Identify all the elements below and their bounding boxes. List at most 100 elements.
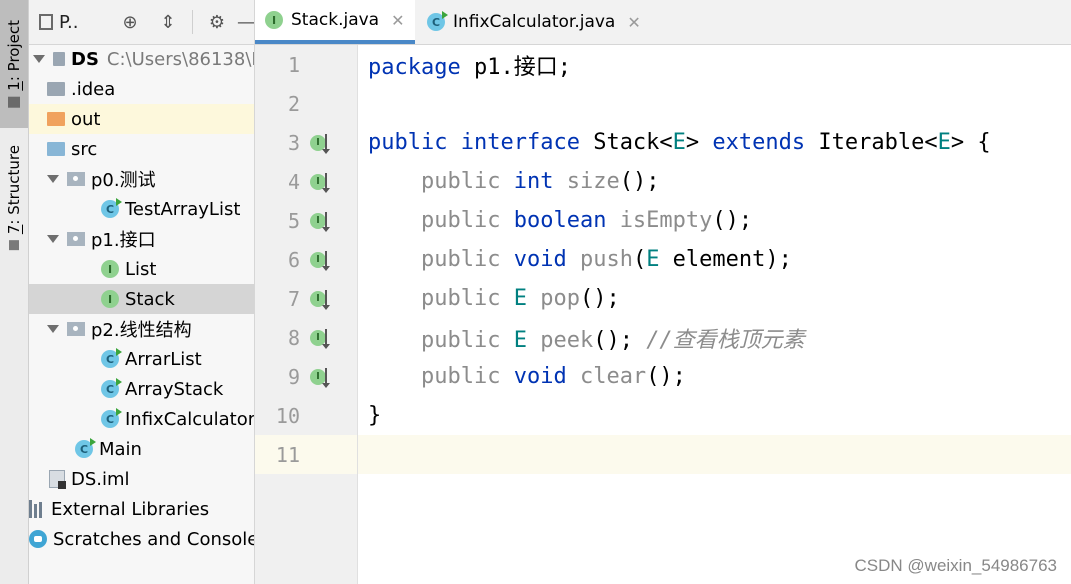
tree-item-stack[interactable]: I Stack	[29, 284, 254, 314]
tree-item-infixcalculator[interactable]: C InfixCalculator	[29, 404, 254, 434]
chevron-down-icon[interactable]	[47, 235, 59, 243]
project-view-icon	[39, 14, 53, 30]
code-line: public interface Stack<E> extends Iterab…	[358, 123, 1071, 162]
interface-icon: I	[101, 260, 119, 278]
excluded-folder-icon	[47, 112, 65, 126]
method-name: push	[579, 247, 633, 272]
tab-infixcalculator-java[interactable]: C InfixCalculator.java ✕	[417, 0, 651, 44]
module-path: C:\Users\86138\Desk	[106, 48, 254, 70]
structure-tab-number: 7	[5, 225, 23, 235]
code-comment: //查看栈顶元素	[646, 327, 805, 353]
gutter-line: 1	[255, 45, 357, 84]
project-view-title: P..	[59, 11, 79, 33]
code-line: public E peek(); //查看栈顶元素	[358, 318, 1071, 357]
code-line: public boolean isEmpty();	[358, 201, 1071, 240]
tree-item-label: p0.测试	[91, 170, 156, 191]
hide-icon[interactable]: —	[237, 10, 254, 34]
gear-icon[interactable]: ⚙	[204, 10, 230, 34]
tree-item-arraystack[interactable]: C ArrayStack	[29, 374, 254, 404]
method-name: size	[566, 169, 620, 194]
chevron-down-icon[interactable]	[47, 175, 59, 183]
tree-item-testarraylist[interactable]: C TestArrayList	[29, 194, 254, 224]
chevron-down-icon[interactable]	[47, 325, 59, 333]
tree-item-p2[interactable]: p2.线性结构	[29, 314, 254, 344]
locate-icon[interactable]: ⊕	[117, 10, 143, 34]
modifier: public	[420, 327, 501, 353]
close-icon[interactable]: ✕	[627, 13, 640, 32]
tree-item-label: DS.iml	[71, 468, 130, 490]
class-icon: C	[101, 378, 122, 398]
gutter-line-current: 11	[255, 435, 357, 474]
tree-item-label: ArrarList	[125, 348, 202, 370]
tree-item-label: List	[125, 258, 157, 280]
code-line: }	[358, 396, 1071, 435]
code-line: public void clear();	[358, 357, 1071, 396]
type-param: E	[513, 327, 527, 353]
gutter-line: 3I	[255, 123, 357, 162]
line-number: 2	[287, 91, 300, 116]
keyword: extends	[712, 130, 806, 155]
tree-item-ds[interactable]: DS C:\Users\86138\Desk	[29, 44, 254, 74]
code-text: > {	[950, 130, 991, 155]
implemented-arrow-icon	[322, 133, 330, 154]
tool-window-strip: 1: Project 7: Structure	[0, 0, 29, 584]
tree-item-ds-iml[interactable]: DS.iml	[29, 464, 254, 494]
tree-item-external-libraries[interactable]: External Libraries	[29, 494, 254, 524]
interface-icon: I	[101, 290, 119, 308]
editor-gutter: 1 2 3I 4I 5I 6I 7I 8I 9I 10 11	[255, 45, 358, 584]
tab-stack-java[interactable]: I Stack.java ✕	[255, 0, 415, 44]
modifier: public	[420, 169, 501, 194]
tree-item-src[interactable]: src	[29, 134, 254, 164]
tree-item-scratches[interactable]: Scratches and Consoles	[29, 524, 254, 554]
line-number: 11	[275, 442, 300, 467]
project-panel: P.. ⊕ ⇕ ⚙ — DS C:\Users\86138\Desk .idea…	[29, 0, 255, 584]
method-name: peek	[540, 327, 594, 353]
code-text: Iterable<	[805, 130, 938, 155]
type-param: E	[646, 247, 660, 272]
structure-tool-tab[interactable]: 7: Structure	[0, 136, 28, 260]
class-icon: C	[101, 198, 122, 218]
code-line: public E pop();	[358, 279, 1071, 318]
line-number: 10	[275, 403, 300, 428]
tree-item-label: src	[71, 138, 98, 160]
structure-icon	[9, 240, 19, 251]
type-param: E	[672, 130, 686, 155]
tree-item-arrarlist[interactable]: C ArrarList	[29, 344, 254, 374]
tree-item-p1[interactable]: p1.接口	[29, 224, 254, 254]
code-text: element);	[659, 247, 792, 272]
implemented-arrow-icon	[322, 367, 330, 388]
watermark-text: CSDN @weixin_54986763	[854, 556, 1057, 575]
project-tool-tab[interactable]: 1: Project	[0, 0, 28, 128]
keyword: void	[513, 364, 567, 389]
tree-item-label: ArrayStack	[125, 378, 224, 400]
close-icon[interactable]: ✕	[391, 11, 404, 30]
gutter-line: 10	[255, 396, 357, 435]
code-text: ();	[712, 208, 753, 233]
type-param: E	[937, 130, 951, 155]
gutter-line: 5I	[255, 201, 357, 240]
code-editor[interactable]: package p1.接口; public interface Stack<E>…	[358, 45, 1071, 584]
tree-item-label: .idea	[71, 78, 116, 100]
tree-item-out[interactable]: out	[29, 104, 254, 134]
editor-tabs: I Stack.java ✕ C InfixCalculator.java ✕	[255, 0, 1071, 45]
code-text: ();	[646, 364, 686, 389]
class-icon: C	[101, 408, 122, 428]
project-view-selector[interactable]: P..	[39, 10, 109, 34]
code-text: }	[368, 403, 382, 428]
tab-label: Stack.java	[291, 10, 380, 30]
tree-item-main[interactable]: C Main	[29, 434, 254, 464]
package-icon	[67, 172, 85, 186]
code-line: public int size();	[358, 162, 1071, 201]
tree-item-idea[interactable]: .idea	[29, 74, 254, 104]
tree-item-list[interactable]: I List	[29, 254, 254, 284]
code-text: >	[685, 130, 713, 155]
tree-item-label: Stack	[125, 288, 175, 310]
implemented-arrow-icon	[322, 328, 330, 349]
modifier: public	[420, 286, 501, 311]
tree-item-p0[interactable]: p0.测试	[29, 164, 254, 194]
chevron-down-icon[interactable]	[33, 55, 45, 63]
module-folder-icon	[53, 52, 65, 66]
line-number: 5	[287, 208, 300, 233]
collapse-icon[interactable]: ⇕	[155, 10, 181, 34]
iml-file-icon	[49, 470, 66, 489]
